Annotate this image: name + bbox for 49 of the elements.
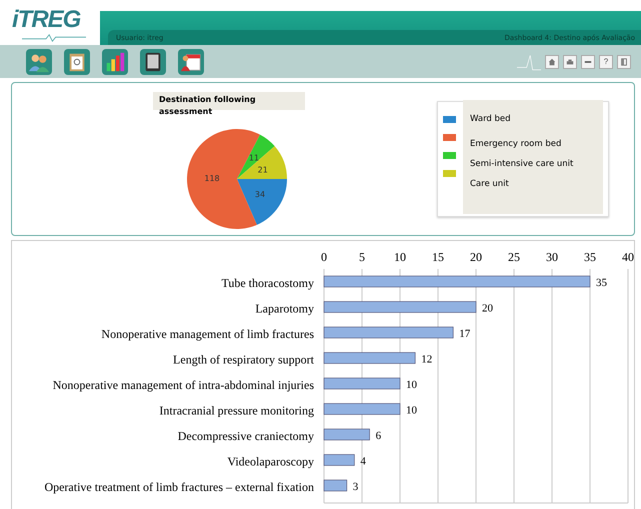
chart-button[interactable] — [102, 48, 128, 74]
axis-label: 5 — [359, 250, 365, 264]
data-label: 4 — [360, 456, 366, 468]
axis-label: 10 — [394, 250, 406, 264]
data-label: 10 — [406, 379, 417, 391]
exit-button[interactable] — [617, 54, 631, 68]
axis-label: 25 — [508, 250, 520, 264]
logo: iTREG — [0, 0, 100, 45]
category-label: Operative treatment of limb fractures – external fixation — [44, 480, 314, 494]
legend-label: Emergency room bed — [470, 139, 562, 149]
axis-label: 35 — [584, 250, 596, 264]
data-label: 118 — [204, 174, 220, 184]
minimize-button[interactable] — [581, 54, 595, 68]
tablet-button[interactable] — [140, 48, 166, 74]
people-button[interactable] — [26, 48, 52, 74]
home-button[interactable] — [545, 54, 559, 68]
axis-label: 0 — [321, 250, 327, 264]
category-label: Videolaparoscopy — [227, 454, 314, 468]
help-button[interactable]: ? — [599, 54, 613, 68]
category-label: Length of respiratory support — [173, 352, 314, 366]
axis-label: 15 — [432, 250, 444, 264]
category-label: Laparotomy — [255, 302, 314, 316]
legend-label: Semi-intensive care unit — [470, 159, 574, 169]
data-label: 17 — [459, 328, 470, 340]
data-label: 34 — [254, 190, 266, 200]
axis-label: 20 — [470, 250, 482, 264]
data-label: 3 — [352, 481, 358, 493]
data-label: 20 — [482, 302, 493, 314]
legend-label: Care unit — [470, 179, 510, 189]
print-button[interactable] — [563, 54, 577, 68]
data-label: 12 — [421, 354, 432, 366]
home-icon — [548, 58, 556, 66]
data-label: 35 — [596, 277, 607, 289]
category-label: Nonoperative management of intra-abdominal injuries — [52, 378, 314, 392]
clipboard-button[interactable] — [64, 48, 90, 74]
printer-icon — [566, 58, 574, 66]
category-label: Nonoperative management of limb fractures — [101, 327, 314, 341]
legend-label: Ward bed — [470, 114, 512, 124]
category-label: Tube thoracostomy — [221, 276, 314, 290]
axis-label: 30 — [546, 250, 558, 264]
data-label: 11 — [248, 153, 260, 162]
data-label: 10 — [406, 404, 417, 416]
category-label: Intracranial pressure monitoring — [159, 404, 314, 418]
data-label: 21 — [258, 165, 268, 174]
calendar-button[interactable] — [178, 48, 204, 74]
axis-label: 40 — [622, 250, 634, 264]
data-label: 6 — [376, 430, 382, 442]
door-icon — [620, 58, 628, 66]
category-label: Decompressive craniectomy — [178, 429, 314, 443]
